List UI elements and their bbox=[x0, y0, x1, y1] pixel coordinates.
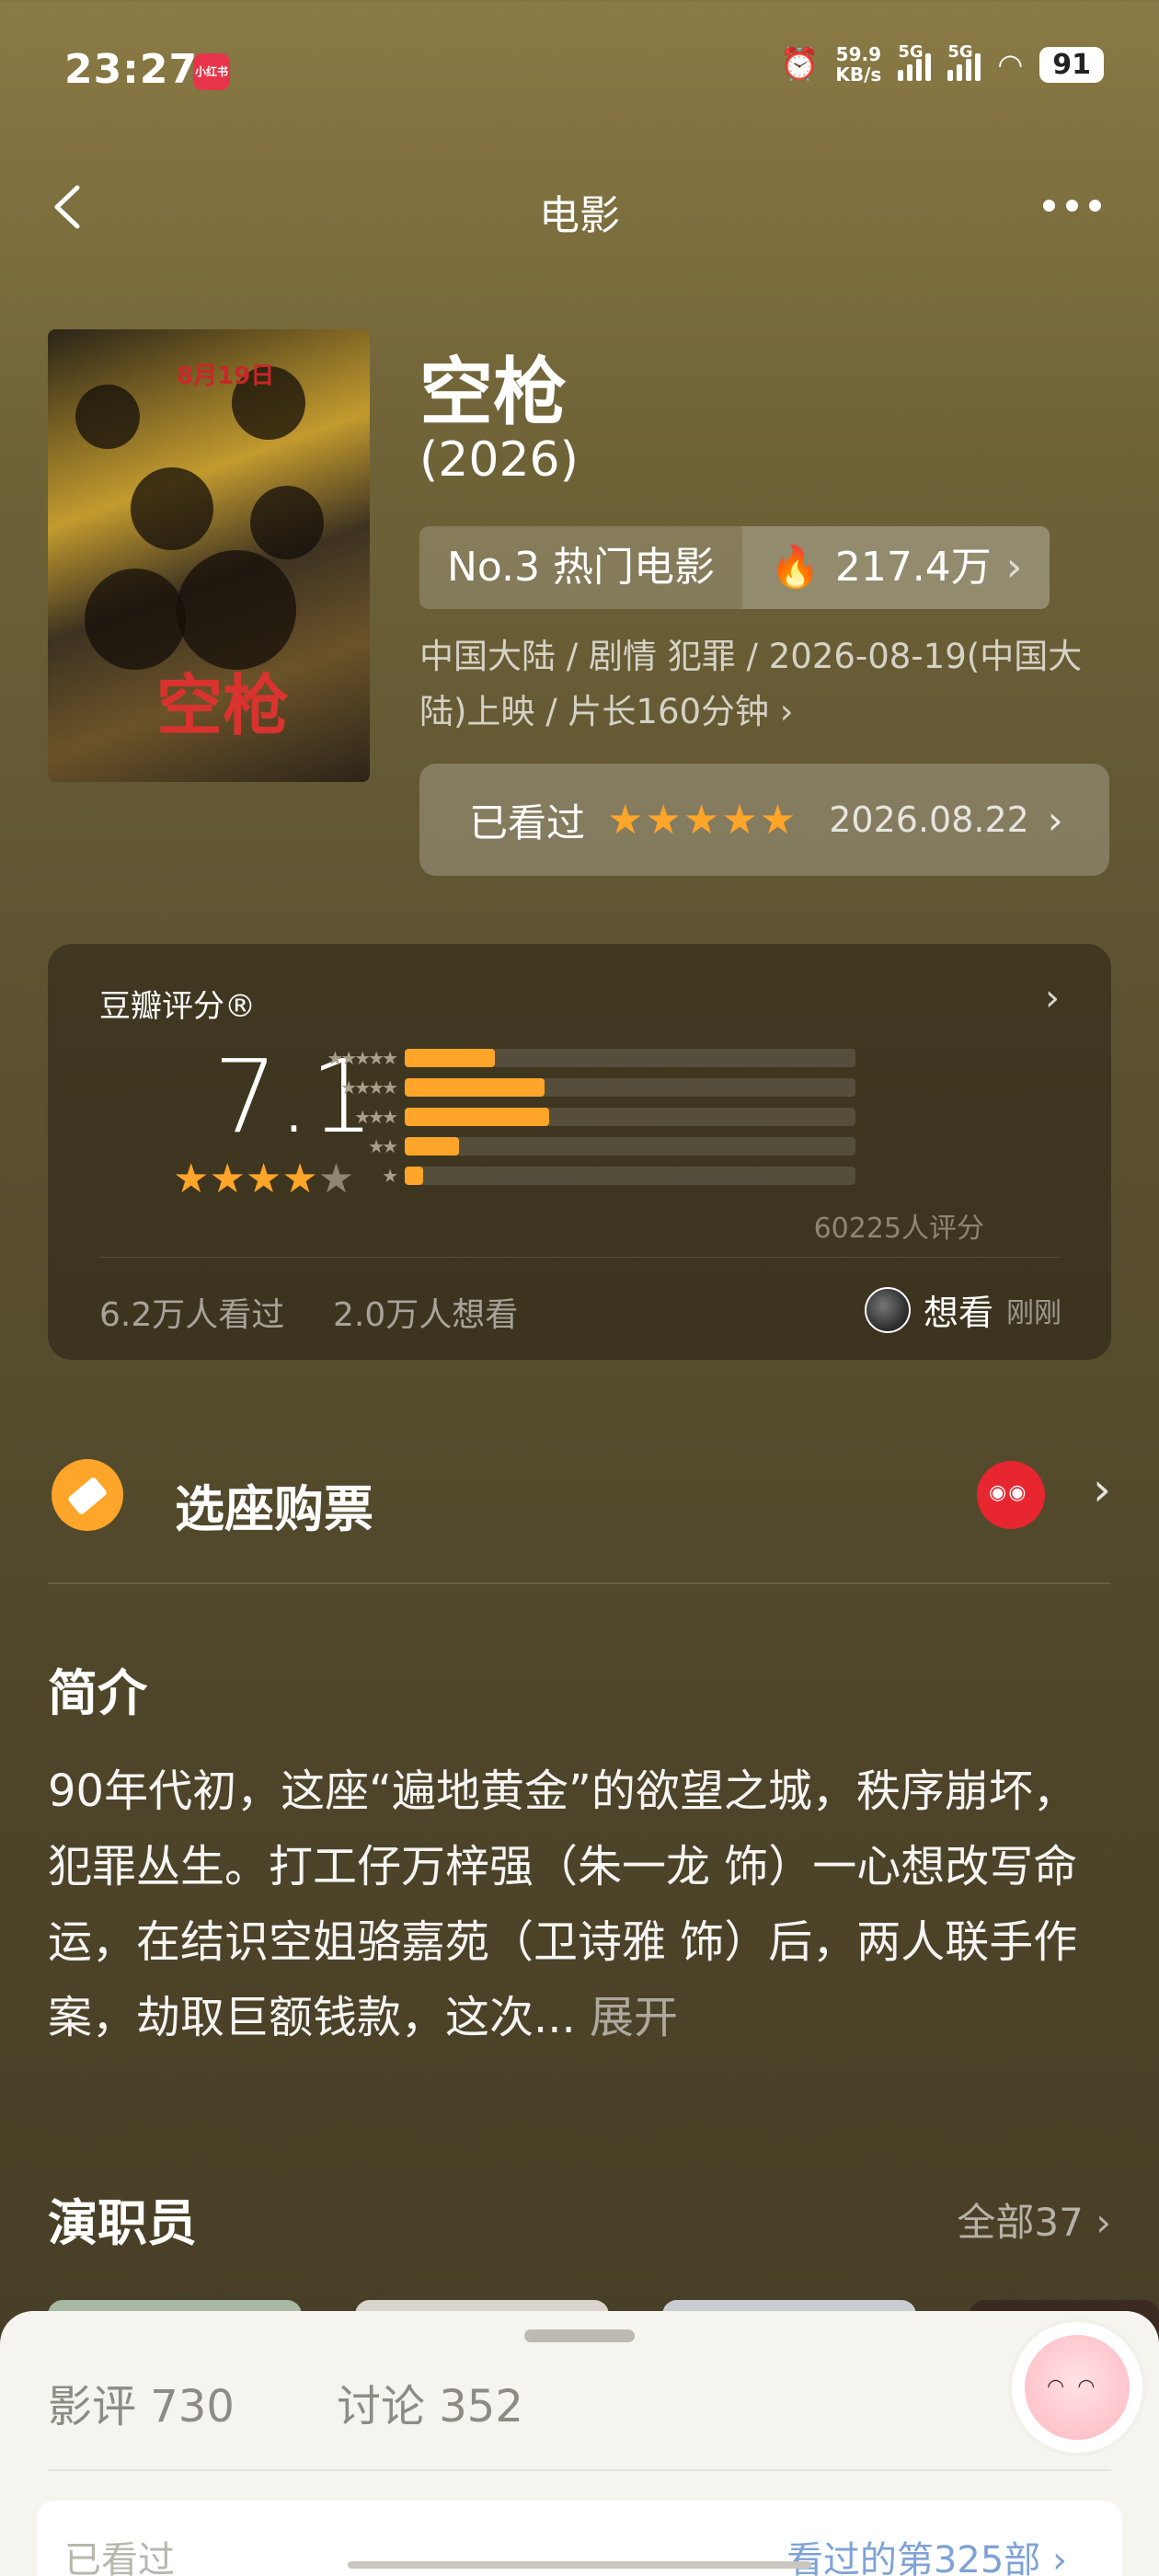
rating-bar bbox=[405, 1108, 855, 1126]
rank-pill[interactable]: No.3 热门电影 🔥 217.4万 › bbox=[419, 526, 1050, 609]
seen-summary-label: 已看过 bbox=[64, 2539, 175, 2576]
battery-icon: 91 bbox=[1039, 46, 1104, 83]
poster-title: 空枪 bbox=[156, 666, 290, 744]
status-time: 23:27 bbox=[64, 46, 199, 93]
heat-section: 🔥 217.4万 › bbox=[742, 526, 1050, 609]
signal-icon-sim2: 5G bbox=[947, 42, 981, 81]
mascot-floating-button[interactable]: ◠◠ bbox=[1008, 2318, 1146, 2456]
rating-bar-label: ★★ bbox=[368, 1135, 398, 1157]
page-title: 电影 bbox=[539, 192, 620, 239]
buy-ticket-row[interactable]: 选座购票 › bbox=[48, 1450, 1111, 1542]
chevron-right-icon: › bbox=[1005, 544, 1023, 591]
divider bbox=[48, 2469, 1111, 2471]
rating-card-title: 豆瓣评分® bbox=[99, 988, 256, 1025]
ticket-icon bbox=[52, 1459, 123, 1531]
status-bar: 23:27 小红书 ⏰ 59.9 KB/s 5G 5G ◠ 91 bbox=[0, 0, 1159, 147]
rating-bar-fill bbox=[405, 1078, 545, 1097]
rank-label: No.3 热门电影 bbox=[447, 544, 716, 591]
rating-bar-fill bbox=[405, 1049, 495, 1067]
nav-bar: 电影 bbox=[0, 166, 1159, 248]
movie-title: 空枪 bbox=[419, 350, 567, 435]
rating-bar-label: ★★★★★ bbox=[327, 1047, 398, 1069]
friend-action-time: 刚刚 bbox=[1006, 1296, 1061, 1329]
rating-bar-label: ★ bbox=[382, 1165, 398, 1187]
net-speed: 59.9 KB/s bbox=[835, 43, 882, 86]
alarm-icon: ⏰ bbox=[780, 46, 820, 83]
rating-bar-fill bbox=[405, 1137, 459, 1156]
chevron-right-icon: › bbox=[1047, 797, 1063, 843]
friend-action: 想看 bbox=[923, 1293, 993, 1333]
rating-count: 60225人评分 bbox=[813, 1213, 984, 1245]
seen-status-button[interactable]: 已看过 ★★★★★ 2026.08.22 › bbox=[419, 764, 1109, 876]
fire-icon: 🔥 bbox=[770, 544, 820, 591]
movie-year: (2026) bbox=[419, 432, 579, 488]
seen-label: 已看过 bbox=[469, 799, 586, 845]
rating-bar-fill bbox=[405, 1167, 423, 1185]
sheet-drag-handle[interactable] bbox=[524, 2329, 635, 2342]
divider bbox=[99, 1257, 1060, 1258]
divider bbox=[48, 1582, 1111, 1584]
watched-count: 6.2万人看过 bbox=[99, 1296, 285, 1334]
rating-bar-label: ★★★★ bbox=[340, 1076, 398, 1098]
chevron-right-icon: › bbox=[1093, 1463, 1111, 1516]
rating-bar bbox=[405, 1078, 855, 1097]
my-rating-stars: ★★★★★ bbox=[607, 796, 798, 844]
dot-icon bbox=[1088, 199, 1101, 212]
douban-rating-card[interactable]: 豆瓣评分® › 7.1 ★★★★★ ★★★★★ ★★★★ ★★★ ★★ ★ 60225人… bbox=[48, 944, 1111, 1360]
buy-ticket-label: 选座购票 bbox=[175, 1480, 373, 1538]
maoyan-cat-icon bbox=[977, 1461, 1045, 1529]
bottom-sheet: 影评 730 讨论 352 已看过 看过的第325部 › bbox=[0, 2311, 1159, 2576]
wifi-icon: ◠ bbox=[997, 47, 1024, 82]
dot-icon bbox=[1042, 199, 1055, 212]
poster-date: 8月19日 bbox=[177, 362, 275, 390]
tab-reviews[interactable]: 影评 730 bbox=[48, 2370, 235, 2434]
rating-bar bbox=[405, 1049, 855, 1067]
friend-activity[interactable]: 想看 刚刚 bbox=[864, 1284, 1061, 1335]
cast-see-all-link[interactable]: 全部37 › bbox=[957, 2191, 1111, 2248]
want-count: 2.0万人想看 bbox=[333, 1296, 519, 1334]
intro-text: 90年代初，这座“遍地黄金”的欲望之城，秩序崩坏，犯罪丛生。打工仔万梓强（朱一龙… bbox=[48, 1765, 1078, 2043]
rating-bar bbox=[405, 1167, 855, 1185]
movie-meta[interactable]: 中国大陆 / 剧情 犯罪 / 2026-08-19(中国大陆)上映 / 片长16… bbox=[419, 629, 1119, 740]
expand-link[interactable]: 展开 bbox=[590, 1992, 678, 2043]
home-indicator[interactable] bbox=[348, 2561, 811, 2569]
dot-icon bbox=[1065, 199, 1078, 212]
chevron-right-icon: › bbox=[1045, 977, 1060, 1019]
seen-date: 2026.08.22 bbox=[829, 799, 1029, 840]
heat-value: 217.4万 bbox=[834, 544, 992, 591]
app-notification-icon: 小红书 bbox=[193, 53, 230, 90]
rating-bar bbox=[405, 1137, 855, 1156]
intro-heading: 简介 bbox=[48, 1664, 147, 1722]
movie-poster[interactable]: 8月19日 空枪 bbox=[48, 329, 370, 782]
seen-summary-count: 看过的第325部 › bbox=[786, 2539, 1067, 2576]
tab-discussions[interactable]: 讨论 352 bbox=[337, 2370, 523, 2434]
signal-icon-sim1: 5G bbox=[898, 42, 932, 81]
avatar bbox=[864, 1286, 911, 1333]
rating-bar-fill bbox=[405, 1108, 549, 1126]
cast-heading: 演职员 bbox=[48, 2194, 197, 2252]
status-icons: ⏰ 59.9 KB/s 5G 5G ◠ 91 bbox=[780, 42, 1104, 86]
more-options-button[interactable] bbox=[1030, 182, 1113, 228]
rating-bar-label: ★★★ bbox=[354, 1106, 398, 1128]
